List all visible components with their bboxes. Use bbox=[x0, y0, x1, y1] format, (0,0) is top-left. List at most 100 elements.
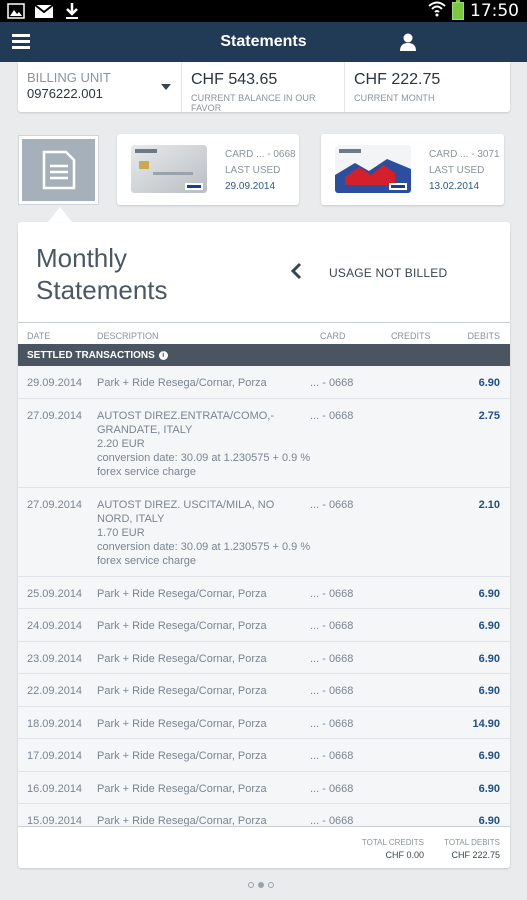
wifi-icon bbox=[428, 1, 446, 22]
table-row[interactable]: 27.09.2014 AUTOST DIREZ. USCITA/MILA, NO … bbox=[18, 488, 510, 577]
table-header: DATE DESCRIPTION CARD CREDITS DEBITS bbox=[18, 322, 510, 346]
total-credits: TOTAL CREDITS CHF 0.00 bbox=[362, 837, 424, 861]
current-balance: CHF 543.65 CURRENT BALANCE IN OUR FAVOR bbox=[182, 62, 345, 113]
tx-card: ... - 0668 bbox=[310, 685, 354, 697]
last-used-date: 13.02.2014 bbox=[429, 181, 480, 192]
table-row[interactable]: 16.09.2014 Park + Ride Resega/Cornar, Por… bbox=[18, 772, 510, 804]
totals-footer: TOTAL CREDITS CHF 0.00 TOTAL DEBITS CHF … bbox=[18, 826, 510, 868]
table-row[interactable]: 17.09.2014 Park + Ride Resega/Cornar, Por… bbox=[18, 739, 510, 772]
document-icon bbox=[42, 150, 75, 190]
total-debits: TOTAL DEBITS CHF 222.75 bbox=[444, 837, 500, 861]
column-date: DATE bbox=[27, 331, 51, 341]
tx-date: 25.09.2014 bbox=[27, 587, 83, 600]
tx-description: Park + Ride Resega/Cornar, Porza bbox=[97, 782, 267, 795]
tx-card: ... - 0668 bbox=[310, 750, 354, 762]
transaction-list[interactable]: 29.09.2014 Park + Ride Resega/Cornar, Por… bbox=[18, 366, 510, 826]
tx-description: AUTOST DIREZ.ENTRATA/COMO,-GRANDATE, ITA… bbox=[97, 409, 311, 478]
tx-debit: 6.90 bbox=[478, 587, 500, 600]
tx-debit: 6.90 bbox=[478, 652, 500, 665]
table-row[interactable]: 24.09.2014 Park + Ride Resega/Cornar, Por… bbox=[18, 609, 510, 642]
tx-date: 24.09.2014 bbox=[27, 620, 83, 632]
column-card: CARD bbox=[320, 331, 346, 341]
info-icon[interactable]: i bbox=[158, 350, 168, 360]
tx-card: ... - 0668 bbox=[310, 377, 354, 389]
table-row[interactable]: 25.09.2014 Park + Ride Resega/Cornar, Por… bbox=[18, 577, 510, 609]
gmail-icon bbox=[34, 2, 54, 20]
table-row[interactable]: 29.09.2014 Park + Ride Resega/Cornar, Por… bbox=[18, 366, 510, 399]
tx-card: ... - 0668 bbox=[310, 782, 354, 795]
selection-pointer bbox=[48, 207, 72, 222]
month-label: CURRENT MONTH bbox=[354, 93, 435, 103]
card-number: CARD ... - 3071 bbox=[429, 149, 500, 160]
tx-card: ... - 0668 bbox=[310, 815, 354, 826]
table-row[interactable]: 27.09.2014 AUTOST DIREZ.ENTRATA/COMO,-GRA… bbox=[18, 399, 510, 488]
tx-date: 18.09.2014 bbox=[27, 717, 83, 730]
tx-description: Park + Ride Resega/Cornar, Porza bbox=[97, 815, 267, 826]
credit-card-image bbox=[335, 145, 411, 193]
tx-card: ... - 0668 bbox=[310, 652, 354, 665]
tx-date: 15.09.2014 bbox=[27, 815, 83, 826]
usage-not-billed-button[interactable]: USAGE NOT BILLED bbox=[329, 266, 447, 280]
card-number: CARD ... - 0668 bbox=[225, 149, 296, 160]
gallery-icon bbox=[6, 2, 26, 20]
section-label: SETTLED TRANSACTIONS bbox=[27, 350, 155, 361]
tx-card: ... - 0668 bbox=[310, 587, 354, 600]
chevron-down-icon[interactable] bbox=[161, 84, 171, 90]
card-tile-3071[interactable]: CARD ... - 3071 LAST USED 13.02.2014 bbox=[321, 134, 504, 205]
month-amount: CHF 222.75 bbox=[354, 71, 441, 88]
last-used-date: 29.09.2014 bbox=[225, 181, 276, 192]
tx-description: Park + Ride Resega/Cornar, Porza bbox=[97, 685, 267, 697]
current-month: CHF 222.75 CURRENT MONTH bbox=[345, 62, 449, 112]
table-row[interactable]: 18.09.2014 Park + Ride Resega/Cornar, Por… bbox=[18, 707, 510, 739]
tx-debit: 2.10 bbox=[478, 498, 500, 511]
tx-date: 29.09.2014 bbox=[27, 377, 83, 389]
tx-debit: 14.90 bbox=[472, 717, 500, 730]
page-dot-active[interactable] bbox=[258, 882, 264, 888]
status-bar: 17:50 bbox=[0, 0, 527, 22]
tx-card: ... - 0668 bbox=[310, 409, 354, 422]
clock: 17:50 bbox=[470, 1, 519, 21]
tx-description: Park + Ride Resega/Cornar, Porza bbox=[97, 587, 267, 600]
table-row[interactable]: 23.09.2014 Park + Ride Resega/Cornar, Por… bbox=[18, 642, 510, 674]
last-used-label: LAST USED bbox=[429, 165, 485, 176]
tx-date: 27.09.2014 bbox=[27, 409, 83, 422]
tx-debit: 6.90 bbox=[478, 750, 500, 762]
chevron-left-icon[interactable] bbox=[290, 262, 304, 280]
balance-amount: CHF 543.65 bbox=[191, 71, 278, 88]
tx-description: Park + Ride Resega/Cornar, Porza bbox=[97, 750, 267, 762]
card-tile-0668[interactable]: CARD ... - 0668 LAST USED 29.09.2014 bbox=[117, 134, 299, 205]
tx-date: 22.09.2014 bbox=[27, 685, 83, 697]
balance-label: CURRENT BALANCE IN OUR FAVOR bbox=[191, 93, 316, 113]
total-debits-value: CHF 222.75 bbox=[451, 850, 500, 860]
tx-debit: 6.90 bbox=[478, 815, 500, 826]
statements-tile[interactable] bbox=[18, 135, 99, 205]
total-debits-label: TOTAL DEBITS bbox=[444, 838, 500, 847]
table-row[interactable]: 22.09.2014 Park + Ride Resega/Cornar, Por… bbox=[18, 674, 510, 707]
page-dot[interactable] bbox=[248, 882, 254, 888]
total-credits-label: TOTAL CREDITS bbox=[361, 838, 424, 847]
tx-date: 17.09.2014 bbox=[27, 750, 83, 762]
column-description: DESCRIPTION bbox=[97, 331, 159, 341]
page-dot[interactable] bbox=[268, 882, 274, 888]
tx-debit: 6.90 bbox=[478, 377, 500, 389]
tx-debit: 2.75 bbox=[478, 409, 500, 422]
account-summary: BILLING UNIT 0976222.001 CHF 543.65 CURR… bbox=[18, 62, 510, 113]
settled-transactions-header: SETTLED TRANSACTIONS i bbox=[18, 344, 510, 366]
tx-date: 27.09.2014 bbox=[27, 498, 83, 511]
total-credits-value: CHF 0.00 bbox=[385, 850, 424, 860]
battery-icon bbox=[452, 0, 464, 20]
tx-debit: 6.90 bbox=[478, 620, 500, 632]
billing-unit-label: BILLING UNIT bbox=[27, 70, 111, 85]
tx-card: ... - 0668 bbox=[310, 498, 354, 511]
tx-card: ... - 0668 bbox=[310, 717, 354, 730]
billing-unit-selector[interactable]: BILLING UNIT 0976222.001 bbox=[18, 62, 182, 112]
app-header: Statements bbox=[0, 22, 527, 62]
page-indicator bbox=[248, 882, 274, 888]
last-used-label: LAST USED bbox=[225, 165, 281, 176]
user-icon[interactable] bbox=[399, 32, 417, 52]
table-row[interactable]: 15.09.2014 Park + Ride Resega/Cornar, Por… bbox=[18, 804, 510, 826]
tx-description: Park + Ride Resega/Cornar, Porza bbox=[97, 377, 267, 389]
tx-date: 16.09.2014 bbox=[27, 782, 83, 795]
tx-description: Park + Ride Resega/Cornar, Porza bbox=[97, 620, 267, 632]
tx-description: Park + Ride Resega/Cornar, Porza bbox=[97, 717, 267, 730]
